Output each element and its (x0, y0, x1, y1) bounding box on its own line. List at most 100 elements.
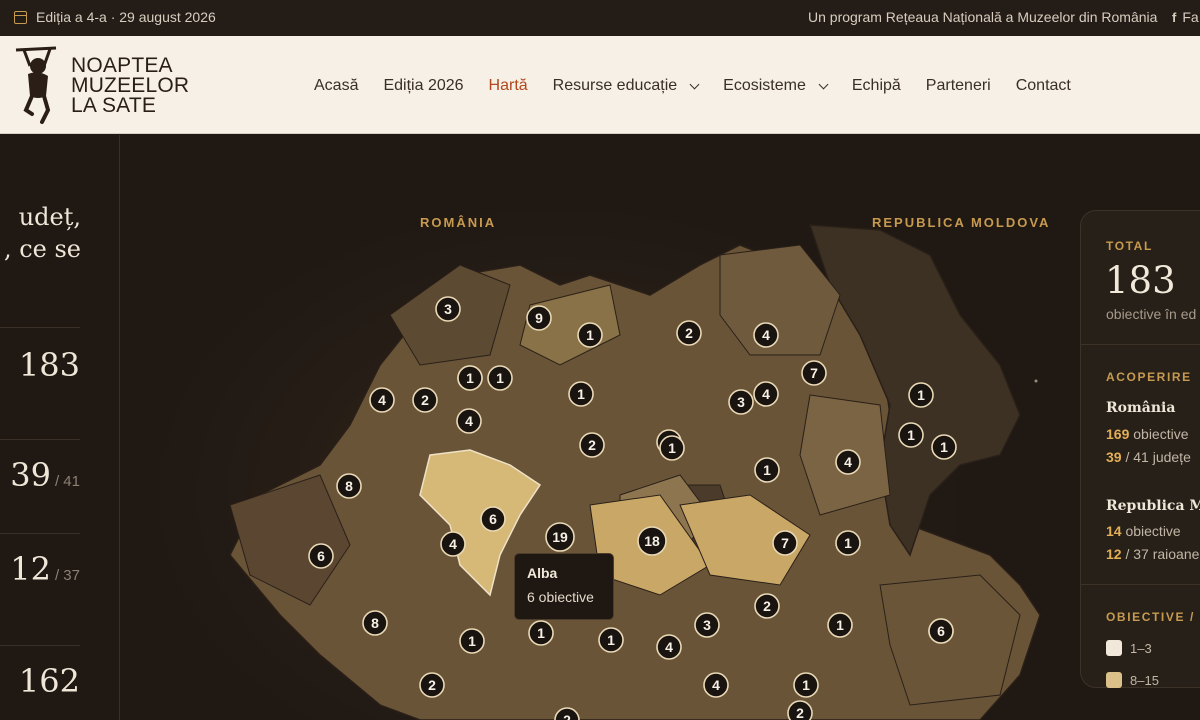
county-count-marker[interactable]: 18 (637, 526, 667, 556)
stat-row-judete: 39/ 41 (0, 439, 80, 533)
county-count-marker[interactable]: 1 (457, 365, 483, 391)
marker-count: 2 (796, 705, 804, 720)
logo-line-1: NOAPTEA (71, 54, 173, 77)
nav-label: Hartă (488, 77, 528, 94)
county-count-marker[interactable]: 1 (659, 435, 685, 461)
nav-item-parteneri[interactable]: Parteneri (926, 77, 991, 95)
county-count-marker[interactable]: 2 (419, 672, 445, 698)
marker-count: 1 (468, 633, 476, 649)
marker-count: 7 (810, 365, 818, 381)
county-count-marker[interactable]: 1 (931, 434, 957, 460)
nav-label: Acasă (314, 77, 359, 94)
coverage-romania-name: România (1106, 400, 1176, 416)
marker-count: 1 (844, 535, 852, 551)
romania-counties-text: / 41 județe (1121, 449, 1191, 465)
divider (1081, 344, 1200, 345)
county-count-marker[interactable]: 8 (362, 610, 388, 636)
county-count-marker[interactable]: 3 (694, 612, 720, 638)
county-count-marker[interactable]: 4 (753, 381, 779, 407)
site-logo[interactable]: NOAPTEA MUZEELOR LA SATE (14, 44, 204, 126)
marker-count: 1 (763, 462, 771, 478)
county-count-marker[interactable]: 4 (369, 387, 395, 413)
site-header: NOAPTEA MUZEELOR LA SATE Acasă Ediția 20… (0, 36, 1200, 134)
county-count-marker[interactable]: 19 (545, 522, 575, 552)
county-count-marker[interactable]: 2 (412, 387, 438, 413)
county-count-marker[interactable]: 6 (928, 618, 954, 644)
legend-swatch (1106, 640, 1122, 656)
legend-item: 8–15 (1106, 672, 1159, 688)
legend-item-label: 8–15 (1130, 672, 1159, 688)
stat-value: 162 (19, 662, 80, 700)
logo-line-3: LA SATE (71, 94, 157, 117)
logo-wordmark: NOAPTEA MUZEELOR LA SATE (71, 54, 189, 117)
divider (1081, 584, 1200, 585)
county-count-marker[interactable]: 1 (908, 382, 934, 408)
county-count-marker[interactable]: 1 (577, 322, 603, 348)
nav-item-ecosisteme[interactable]: Ecosisteme (723, 77, 829, 95)
county-count-marker[interactable]: 2 (579, 432, 605, 458)
marker-count: 6 (489, 511, 497, 527)
edition-info: Ediția a 4-a · 29 august 2026 (14, 9, 216, 25)
county-count-marker[interactable]: 4 (703, 672, 729, 698)
romania-objectives-text: obiective (1129, 426, 1189, 442)
facebook-label: Fa (1182, 9, 1199, 25)
chevron-down-icon (689, 79, 700, 89)
logo-figure-icon (15, 46, 57, 124)
county-count-marker[interactable]: 2 (754, 593, 780, 619)
county-count-marker[interactable]: 1 (528, 620, 554, 646)
county-count-marker[interactable]: 8 (336, 473, 362, 499)
nav-item-acasa[interactable]: Acasă (314, 77, 358, 95)
county-count-marker[interactable]: 1 (568, 381, 594, 407)
county-count-marker[interactable]: 6 (480, 506, 506, 532)
county-count-marker[interactable]: 1 (459, 628, 485, 654)
county-count-marker[interactable]: 9 (526, 305, 552, 331)
marker-count: 1 (496, 370, 504, 386)
map-regions (229, 224, 1041, 720)
county-count-marker[interactable]: 4 (835, 449, 861, 475)
coverage-romania-objectives: 169 obiective (1106, 426, 1189, 442)
county-count-marker[interactable]: 2 (787, 700, 813, 720)
county-count-marker[interactable]: 7 (772, 530, 798, 556)
nav-item-echipa[interactable]: Echipă (852, 77, 901, 95)
county-count-marker[interactable]: 1 (827, 612, 853, 638)
stat-number: 12 (10, 550, 51, 588)
county-count-marker[interactable]: 7 (801, 360, 827, 386)
marker-count: 19 (552, 529, 568, 545)
chevron-down-icon (818, 79, 829, 89)
romania-objectives-number: 169 (1106, 426, 1130, 442)
county-count-marker[interactable]: 4 (440, 531, 466, 557)
county-count-marker[interactable]: 2 (676, 320, 702, 346)
nav-item-contact[interactable]: Contact (1016, 77, 1071, 95)
stat-row-raioane: 12/ 37 (0, 533, 80, 645)
county-count-marker[interactable]: 1 (487, 365, 513, 391)
nav-item-editia[interactable]: Ediția 2026 (383, 77, 463, 95)
county-count-marker[interactable]: 6 (308, 543, 334, 569)
marker-count: 18 (644, 533, 660, 549)
calendar-icon (14, 10, 27, 24)
county-count-marker[interactable]: 3 (728, 389, 754, 415)
county-count-marker[interactable]: 4 (656, 634, 682, 660)
total-label: TOTAL (1106, 239, 1153, 253)
county-count-marker[interactable]: 3 (435, 296, 461, 322)
marker-count: 9 (535, 310, 543, 326)
county-count-marker[interactable]: 1 (754, 457, 780, 483)
stats-panel: TOTAL 183 obiective în ed ACOPERIRE Româ… (1080, 210, 1200, 688)
county-count-marker[interactable]: 1 (793, 672, 819, 698)
county-count-marker[interactable]: 4 (456, 408, 482, 434)
nav-item-resurse[interactable]: Resurse educație (553, 77, 700, 95)
county-count-marker[interactable]: 1 (835, 530, 861, 556)
coverage-moldova-name: Republica Mo (1106, 498, 1200, 514)
legend-item: 1–3 (1106, 640, 1152, 656)
nav-item-harta[interactable]: Hartă (489, 77, 528, 95)
facebook-link[interactable]: f Fa (1172, 9, 1199, 25)
marker-count: 8 (371, 615, 379, 631)
county-count-marker[interactable]: 1 (598, 627, 624, 653)
marker-count: 4 (465, 413, 473, 429)
county-map[interactable]: 3941211144247214143111814619186716811132… (120, 135, 1100, 720)
legend-label: OBIECTIVE / (1106, 610, 1195, 624)
stat-row-total: 183 (0, 327, 80, 439)
county-count-marker[interactable]: 1 (898, 422, 924, 448)
marker-count: 4 (712, 677, 720, 693)
legend-swatch (1106, 672, 1122, 688)
county-count-marker[interactable]: 4 (753, 322, 779, 348)
